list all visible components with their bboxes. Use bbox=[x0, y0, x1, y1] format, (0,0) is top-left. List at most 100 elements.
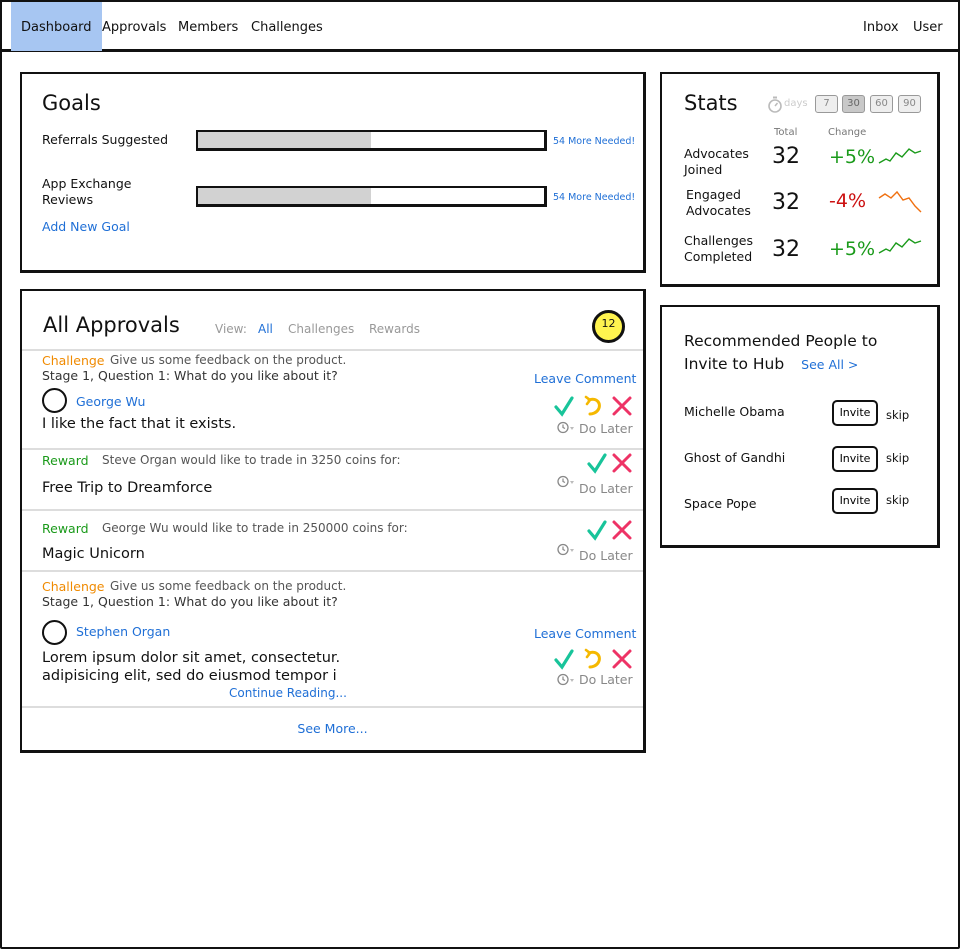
approvals-title: All Approvals bbox=[43, 313, 180, 337]
item-description: Steve Organ would like to trade in 3250 … bbox=[102, 453, 401, 467]
stat-label-line: Challenges bbox=[684, 233, 754, 248]
goal-note: 54 More Needed! bbox=[553, 136, 636, 147]
item-type: Challenge bbox=[42, 579, 105, 594]
filter-all[interactable]: All bbox=[258, 322, 273, 336]
stats-panel: Stats days 7 30 60 90 Total Change Advoc… bbox=[660, 72, 940, 287]
goal-label: App Exchange Reviews bbox=[42, 176, 132, 207]
stat-label: Challenges Completed bbox=[684, 233, 753, 265]
add-goal-link[interactable]: Add New Goal bbox=[42, 219, 130, 234]
item-text: I like the fact that it exists. bbox=[42, 416, 237, 432]
stat-change: -4% bbox=[829, 190, 866, 212]
days-90-button[interactable]: 90 bbox=[898, 95, 921, 113]
nav-challenges[interactable]: Challenges bbox=[251, 2, 323, 51]
invite-button[interactable]: Invite bbox=[832, 488, 878, 514]
recommend-title-line: Recommended People to bbox=[684, 332, 878, 350]
user-link[interactable]: Stephen Organ bbox=[76, 624, 170, 639]
close-icon[interactable] bbox=[611, 648, 633, 670]
do-later-link[interactable]: Do Later bbox=[579, 481, 633, 496]
filter-rewards[interactable]: Rewards bbox=[369, 322, 420, 336]
close-icon[interactable] bbox=[611, 519, 633, 541]
view-label: View: bbox=[215, 322, 247, 336]
days-label: days bbox=[784, 98, 808, 109]
goals-title: Goals bbox=[42, 91, 101, 115]
undo-icon[interactable] bbox=[582, 395, 604, 417]
row-divider bbox=[22, 706, 643, 708]
filter-challenges[interactable]: Challenges bbox=[288, 322, 354, 336]
clock-icon bbox=[557, 673, 574, 686]
close-icon[interactable] bbox=[611, 452, 633, 474]
skip-link[interactable]: skip bbox=[886, 493, 909, 507]
col-total: Total bbox=[774, 127, 798, 138]
continue-reading-link[interactable]: Continue Reading... bbox=[229, 686, 347, 700]
do-later-link[interactable]: Do Later bbox=[579, 672, 633, 687]
item-type: Reward bbox=[42, 453, 89, 468]
nav-inbox[interactable]: Inbox bbox=[863, 2, 899, 51]
nav-user[interactable]: User bbox=[913, 2, 943, 51]
nav-approvals[interactable]: Approvals bbox=[102, 2, 166, 51]
person-name: Ghost of Gandhi bbox=[684, 450, 786, 465]
row-divider bbox=[22, 570, 643, 572]
timer-icon bbox=[768, 96, 782, 113]
top-nav: Dashboard Approvals Members Challenges I… bbox=[0, 0, 960, 52]
skip-link[interactable]: skip bbox=[886, 451, 909, 465]
clock-icon bbox=[557, 543, 574, 556]
item-text: Magic Unicorn bbox=[42, 546, 145, 562]
stat-label-line: Completed bbox=[684, 249, 753, 264]
check-icon[interactable] bbox=[586, 519, 608, 541]
item-text-line: Lorem ipsum dolor sit amet, consectetur. bbox=[42, 650, 341, 666]
stat-label-line: Engaged bbox=[686, 187, 741, 202]
row-divider bbox=[22, 448, 643, 450]
item-description: Give us some feedback on the product. bbox=[110, 579, 347, 593]
item-description: Give us some feedback on the product. bbox=[110, 353, 347, 367]
item-question: Stage 1, Question 1: What do you like ab… bbox=[42, 368, 338, 383]
days-7-button[interactable]: 7 bbox=[815, 95, 838, 113]
leave-comment-link[interactable]: Leave Comment bbox=[534, 626, 636, 641]
approvals-panel: All Approvals View: All Challenges Rewar… bbox=[20, 289, 646, 753]
person-name: Space Pope bbox=[684, 496, 757, 511]
close-icon[interactable] bbox=[611, 395, 633, 417]
col-change: Change bbox=[828, 127, 867, 138]
goals-panel: Goals Referrals Suggested 54 More Needed… bbox=[20, 72, 646, 273]
item-text: Lorem ipsum dolor sit amet, consectetur.… bbox=[42, 649, 342, 685]
nav-dashboard[interactable]: Dashboard bbox=[11, 2, 102, 51]
see-all-link[interactable]: See All > bbox=[801, 357, 858, 372]
invite-button[interactable]: Invite bbox=[832, 446, 878, 472]
undo-icon[interactable] bbox=[582, 648, 604, 670]
item-description: George Wu would like to trade in 250000 … bbox=[102, 521, 408, 535]
goal-progress-fill bbox=[198, 132, 371, 148]
recommend-panel: Recommended People to Invite to Hub See … bbox=[660, 305, 940, 548]
nav-members[interactable]: Members bbox=[178, 2, 238, 51]
recommend-title-line: Invite to Hub bbox=[684, 355, 785, 373]
stat-label: Advocates Joined bbox=[684, 146, 749, 178]
check-icon[interactable] bbox=[553, 648, 575, 670]
row-divider bbox=[22, 349, 643, 351]
check-icon[interactable] bbox=[586, 452, 608, 474]
stat-change: +5% bbox=[829, 146, 876, 168]
item-type: Reward bbox=[42, 521, 89, 536]
recommend-title: Recommended People to Invite to Hub See … bbox=[684, 330, 877, 376]
avatar-icon bbox=[42, 388, 67, 413]
avatar-icon bbox=[42, 620, 67, 645]
check-icon[interactable] bbox=[553, 395, 575, 417]
stats-title: Stats bbox=[684, 91, 738, 115]
clock-icon bbox=[557, 421, 574, 434]
clock-icon bbox=[557, 475, 574, 488]
stat-total: 32 bbox=[772, 144, 800, 169]
invite-button[interactable]: Invite bbox=[832, 400, 878, 426]
days-30-button[interactable]: 30 bbox=[842, 95, 865, 113]
stat-total: 32 bbox=[772, 237, 800, 262]
see-more-link[interactable]: See More... bbox=[22, 721, 643, 736]
goal-label: Referrals Suggested bbox=[42, 132, 169, 147]
user-link[interactable]: George Wu bbox=[76, 394, 145, 409]
stat-label-line: Joined bbox=[684, 162, 723, 177]
goal-progress-bar bbox=[196, 186, 547, 207]
sparkline-icon bbox=[878, 148, 922, 164]
do-later-link[interactable]: Do Later bbox=[579, 548, 633, 563]
days-60-button[interactable]: 60 bbox=[870, 95, 893, 113]
stat-label-line: Advocates bbox=[686, 203, 751, 218]
leave-comment-link[interactable]: Leave Comment bbox=[534, 371, 636, 386]
skip-link[interactable]: skip bbox=[886, 408, 909, 422]
do-later-link[interactable]: Do Later bbox=[579, 421, 633, 436]
stat-label-line: Advocates bbox=[684, 146, 749, 161]
sparkline-icon bbox=[878, 190, 922, 213]
